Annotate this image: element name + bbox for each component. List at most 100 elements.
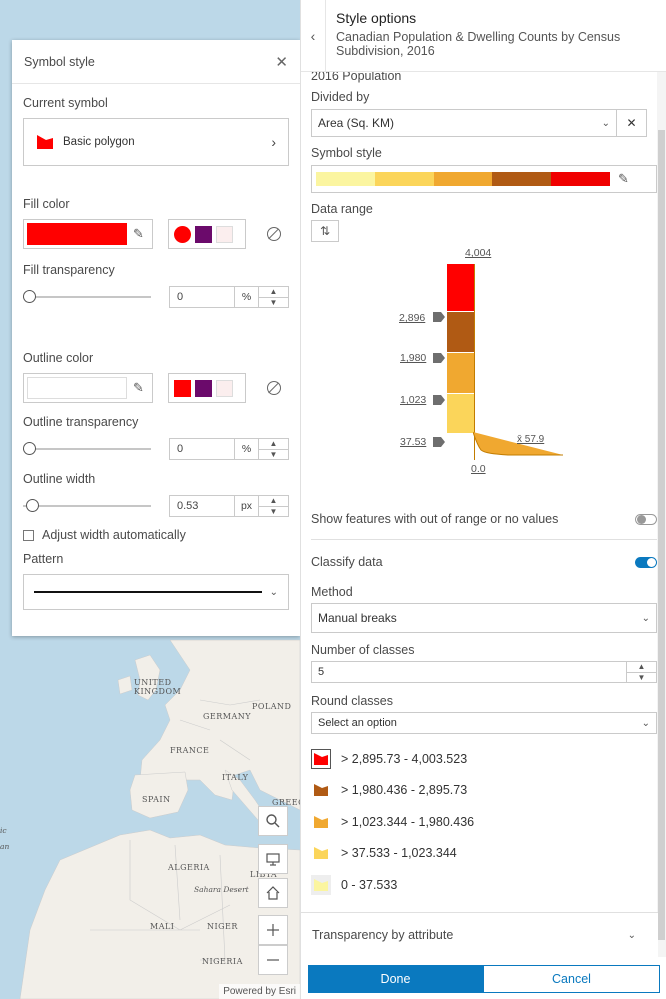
break-handle-icon[interactable] — [433, 353, 445, 363]
chevron-right-icon: › — [271, 134, 276, 150]
break-handle-label-4[interactable]: 37.53 — [400, 436, 426, 448]
adjust-width-option[interactable]: Adjust width automatically — [23, 528, 289, 542]
slider-thumb[interactable] — [23, 290, 36, 303]
class-item[interactable]: 0 - 37.533 — [311, 869, 657, 901]
chevron-down-icon[interactable]: ▼ — [259, 507, 288, 517]
no-outline-icon[interactable] — [267, 381, 281, 395]
fill-transparency-unit: % — [235, 286, 259, 308]
outline-transparency-input[interactable]: 0 — [169, 438, 235, 460]
divided-by-label: Divided by — [311, 90, 370, 104]
round-classes-select[interactable]: Select an option ⌄ — [311, 712, 657, 734]
home-button[interactable] — [258, 878, 288, 908]
current-symbol-button[interactable]: Basic polygon › — [23, 118, 289, 166]
polygon-icon[interactable] — [311, 812, 331, 832]
chevron-down-icon[interactable]: ▼ — [259, 298, 288, 308]
show-out-of-range-toggle[interactable] — [635, 513, 657, 525]
style-options-scroll-area[interactable]: 2016 Population Divided by Area (Sq. KM)… — [301, 72, 666, 957]
cancel-button[interactable]: Cancel — [483, 965, 660, 993]
break-handle-icon[interactable] — [433, 395, 445, 405]
class-item[interactable]: > 2,895.73 - 4,003.523 — [311, 743, 657, 775]
ramp-segment-2 — [374, 172, 434, 186]
map-attribution[interactable]: Powered by Esri — [219, 984, 300, 999]
classify-data-toggle[interactable] — [635, 556, 657, 568]
outline-preset-purple[interactable] — [195, 379, 212, 397]
outline-color-picker[interactable]: ✎ — [23, 373, 153, 403]
fill-preset-purple[interactable] — [195, 225, 212, 243]
outline-transparency-slider[interactable] — [23, 442, 151, 456]
method-select[interactable]: Manual breaks ⌄ — [311, 603, 657, 633]
num-classes-stepper[interactable]: ▲ ▼ — [627, 661, 657, 683]
class-item[interactable]: > 37.533 - 1,023.344 — [311, 838, 657, 870]
field-name: 2016 Population — [311, 72, 402, 83]
transparency-by-attribute-label: Transparency by attribute — [312, 928, 454, 942]
class-label: > 37.533 - 1,023.344 — [341, 846, 457, 861]
fill-color-picker[interactable]: ✎ — [23, 219, 153, 249]
chevron-up-icon[interactable]: ▲ — [627, 662, 656, 673]
chevron-down-icon[interactable]: ▼ — [627, 673, 656, 683]
back-button[interactable]: ‹ — [301, 0, 327, 71]
outline-width-slider[interactable] — [23, 499, 151, 513]
outline-width-label: Outline width — [23, 472, 96, 486]
chevron-down-icon[interactable]: ▼ — [259, 450, 288, 460]
chevron-up-icon[interactable]: ▲ — [259, 287, 288, 298]
polygon-icon[interactable] — [311, 843, 331, 863]
round-classes-placeholder: Select an option — [318, 717, 397, 729]
class-label: > 1,980.436 - 2,895.73 — [341, 783, 468, 798]
break-handle-icon[interactable] — [433, 312, 445, 322]
search-button[interactable] — [258, 806, 288, 836]
method-label: Method — [311, 585, 353, 599]
done-button[interactable]: Done — [308, 965, 483, 993]
panel-scrollbar[interactable] — [657, 72, 666, 957]
zoom-in-button[interactable] — [258, 915, 288, 945]
outline-transparency-stepper[interactable]: ▲ ▼ — [259, 438, 289, 460]
class-label: > 2,895.73 - 4,003.523 — [341, 751, 468, 766]
scrollbar-thumb[interactable] — [658, 130, 665, 940]
layer-subtitle: Canadian Population & Dwelling Counts by… — [336, 30, 621, 58]
chevron-up-icon[interactable]: ▲ — [259, 496, 288, 507]
num-classes-input[interactable]: 5 — [311, 661, 627, 683]
fill-preset-light-pink[interactable] — [216, 225, 233, 243]
slider-thumb[interactable] — [23, 442, 36, 455]
zoom-out-button[interactable] — [258, 945, 288, 975]
clear-divided-by-button[interactable]: ✕ — [617, 109, 647, 137]
screen-button[interactable] — [258, 844, 288, 874]
break-handle-icon[interactable] — [433, 437, 445, 447]
outline-preset-red[interactable] — [174, 379, 191, 397]
swap-vertical-icon: ⇅ — [319, 224, 331, 238]
pattern-select[interactable]: ⌄ — [23, 574, 289, 610]
break-handle-label-3[interactable]: 1,023 — [400, 394, 426, 406]
outline-color-swatch — [27, 377, 127, 399]
outline-width-input[interactable]: 0.53 — [169, 495, 235, 517]
num-classes-label: Number of classes — [311, 643, 415, 657]
divided-by-select[interactable]: Area (Sq. KM) ⌄ — [311, 109, 617, 137]
fill-transparency-stepper[interactable]: ▲ ▼ — [259, 286, 289, 308]
outline-width-stepper[interactable]: ▲ ▼ — [259, 495, 289, 517]
class-item[interactable]: > 1,023.344 - 1,980.436 — [311, 806, 657, 838]
chevron-up-icon[interactable]: ▲ — [259, 439, 288, 450]
transparency-by-attribute-section[interactable]: Transparency by attribute ⌄ — [301, 912, 658, 957]
show-out-of-range-row: Show features with out of range or no va… — [311, 512, 657, 526]
no-fill-icon[interactable] — [267, 227, 281, 241]
slider-thumb[interactable] — [26, 499, 40, 512]
close-icon[interactable]: ✕ — [275, 53, 288, 71]
fill-transparency-input[interactable]: 0 — [169, 286, 235, 308]
data-range-label: Data range — [311, 202, 373, 216]
outline-preset-light-pink[interactable] — [216, 379, 233, 397]
fill-transparency-label: Fill transparency — [23, 263, 115, 277]
fill-transparency-slider[interactable] — [23, 290, 151, 304]
symbol-style-panel: Symbol style ✕ Current symbol Basic poly… — [12, 40, 300, 636]
ramp-segment-5 — [551, 172, 610, 186]
polygon-icon[interactable] — [311, 874, 331, 895]
invert-range-button[interactable]: ⇅ — [311, 220, 339, 242]
chevron-down-icon: ⌄ — [641, 717, 650, 729]
polygon-icon[interactable] — [311, 780, 331, 800]
class-item[interactable]: > 1,980.436 - 2,895.73 — [311, 775, 657, 807]
solid-line-pattern — [34, 590, 262, 594]
break-handle-label-1[interactable]: 2,896 — [399, 312, 425, 324]
fill-preset-red-selected[interactable] — [174, 225, 191, 243]
break-handle-label-2[interactable]: 1,980 — [400, 352, 426, 364]
adjust-width-checkbox[interactable] — [23, 529, 34, 541]
polygon-icon[interactable] — [311, 748, 331, 769]
style-options-title: Style options — [336, 10, 417, 26]
color-ramp-button[interactable]: ✎ — [311, 165, 657, 193]
